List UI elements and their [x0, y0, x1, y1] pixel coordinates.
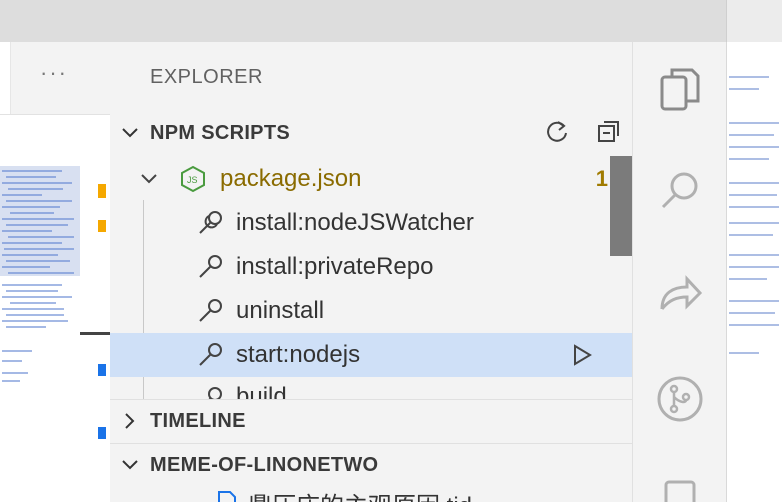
refresh-icon[interactable]: [544, 118, 570, 149]
file-icon: [216, 490, 238, 502]
window-top-bar-edge: [726, 0, 782, 42]
extensions-icon[interactable]: [655, 474, 705, 502]
source-share-icon[interactable]: [655, 270, 705, 320]
package-json-label: package.json: [220, 165, 362, 192]
editor-area[interactable]: ···: [0, 42, 111, 502]
npm-scripts-header[interactable]: NPM SCRIPTS: [110, 112, 632, 154]
chevron-right-icon: [110, 411, 150, 431]
gutter-warning-mark: [98, 184, 106, 198]
workspace-label: MEME-OF-LINONETWO: [150, 453, 379, 476]
file-item[interactable]: 鼎压床的主观原因.tid: [110, 486, 632, 502]
editor-tab[interactable]: [0, 42, 11, 114]
problem-count-badge: 1: [595, 166, 608, 191]
run-script-icon[interactable]: [570, 343, 594, 372]
background-window-edge: [726, 42, 782, 502]
npm-script-item[interactable]: build: [110, 377, 632, 399]
npm-script-item[interactable]: install:privateRepo: [110, 245, 632, 289]
chevron-down-icon: [110, 123, 150, 143]
gutter-warning-mark: [98, 220, 106, 232]
git-branch-icon[interactable]: [655, 374, 705, 424]
explorer-title: EXPLORER: [150, 66, 263, 88]
timeline-label: TIMELINE: [150, 409, 246, 432]
activity-bar: [632, 42, 727, 502]
nodejs-icon: JS: [178, 165, 208, 193]
timeline-header[interactable]: TIMELINE: [110, 399, 632, 442]
chevron-down-icon: [110, 455, 150, 475]
scrollbar-thumb[interactable]: [610, 156, 632, 256]
npm-script-item[interactable]: install:nodeJSWatcher: [110, 201, 632, 245]
package-json-item[interactable]: JS package.json 1: [110, 157, 632, 201]
editor-tabs-bar: ···: [0, 42, 110, 115]
npm-scripts-label: NPM SCRIPTS: [150, 121, 290, 144]
collapse-all-icon[interactable]: [596, 118, 622, 149]
workspace-header[interactable]: MEME-OF-LINONETWO: [110, 443, 632, 486]
editor-cursor-line: [80, 332, 110, 335]
files-icon[interactable]: [655, 64, 705, 114]
wrench-icon: [192, 253, 228, 281]
script-label: install:nodeJSWatcher: [236, 209, 474, 236]
wrench-icon: [192, 385, 228, 399]
script-label: start:nodejs: [236, 341, 361, 368]
script-label: build: [236, 383, 287, 399]
wrench-icon: [192, 341, 228, 369]
script-label: install:privateRepo: [236, 253, 434, 280]
gutter-info-mark: [98, 427, 106, 439]
file-label: 鼎压床的主观原因.tid: [248, 486, 472, 502]
script-label: uninstall: [236, 297, 325, 324]
more-actions-button[interactable]: ···: [40, 60, 68, 86]
npm-script-item[interactable]: uninstall: [110, 289, 632, 333]
window-top-bar: [0, 0, 782, 42]
editor-minimap[interactable]: [0, 160, 80, 500]
npm-scripts-actions: [544, 112, 622, 154]
wrench-icon: [192, 209, 228, 237]
npm-script-item-selected[interactable]: start:nodejs: [110, 333, 632, 377]
search-icon[interactable]: [655, 166, 705, 216]
gutter-info-mark: [98, 364, 106, 376]
wrench-icon: [192, 297, 228, 325]
explorer-sidebar: EXPLORER NPM SCRIPTS JS package.json 1 i…: [110, 42, 632, 502]
svg-text:JS: JS: [187, 175, 198, 185]
chevron-down-icon: [134, 169, 164, 189]
